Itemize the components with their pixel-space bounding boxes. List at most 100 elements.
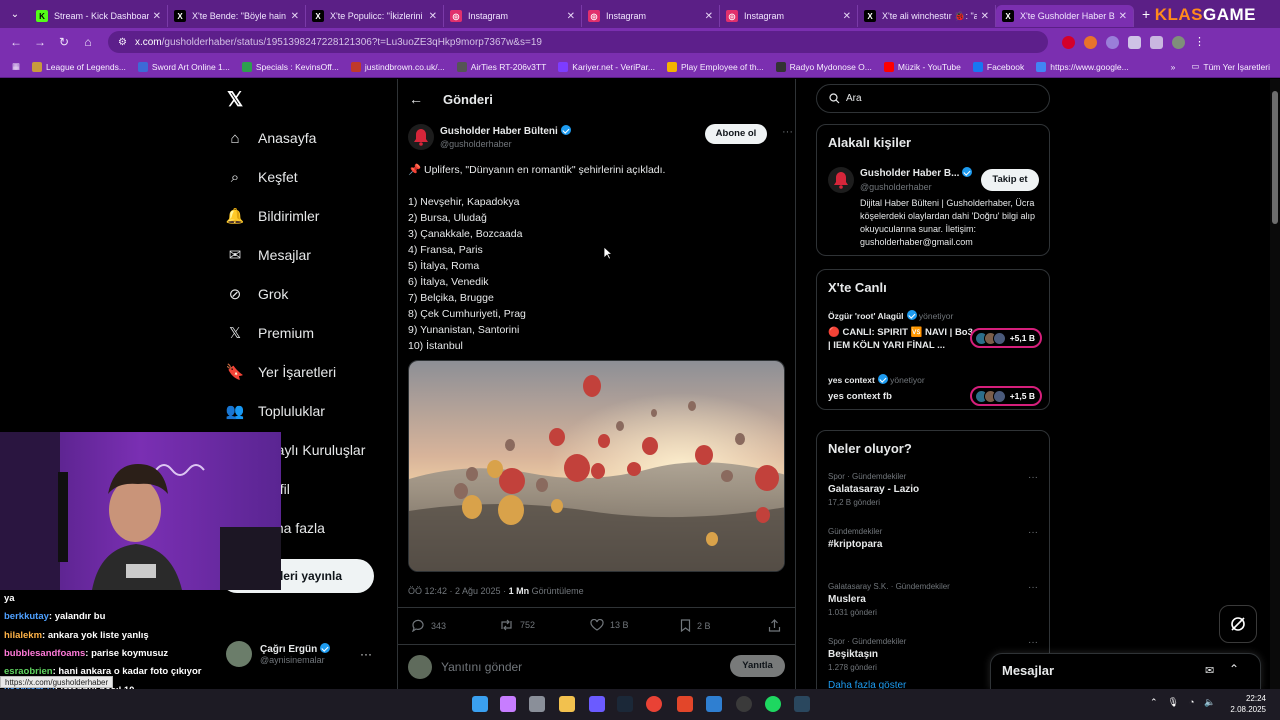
trend-item[interactable]: Galatasaray S.K. · Gündemdekiler Muslera 1… (828, 582, 1038, 617)
avatar[interactable] (408, 124, 434, 150)
more-icon[interactable]: ··· (1028, 472, 1038, 483)
close-tab-icon[interactable]: ✕ (981, 11, 989, 22)
chrome-icon[interactable] (646, 696, 662, 712)
subscribe-button[interactable]: Abone ol (705, 124, 767, 144)
extension-icon[interactable] (1084, 35, 1097, 49)
listener-count-pill[interactable]: +5,1 B (969, 328, 1042, 348)
discord-icon[interactable] (589, 696, 605, 712)
spotify-icon[interactable] (765, 696, 781, 712)
browser-tab[interactable]: X X'te ali winchestır 🐞: "al ✕ (858, 5, 996, 27)
steam-icon[interactable] (617, 696, 633, 712)
start-icon[interactable] (472, 696, 488, 712)
show-more-link[interactable]: Daha fazla göster (828, 680, 906, 689)
new-tab-button[interactable]: + (1142, 6, 1150, 22)
scrollbar-thumb[interactable] (1272, 91, 1278, 224)
steam-icon[interactable] (794, 696, 810, 712)
browser-tab[interactable]: X X'te Populicc: "İkizlerini ol ✕ (306, 5, 444, 27)
url-bar[interactable]: ⚙ x.com/gusholderhaber/status/1951398247… (108, 31, 1048, 53)
bookmark-item[interactable]: https://www.google... (1036, 61, 1129, 72)
trend-item[interactable]: Spor · Gündemdekiler Galatasaray - Lazio 1… (828, 472, 1038, 507)
close-tab-icon[interactable]: ✕ (705, 11, 713, 22)
avatar[interactable] (828, 167, 854, 193)
page-scrollbar[interactable] (1270, 79, 1280, 689)
browser-tab[interactable]: X X'te Bende: "Böyle hain de ✕ (168, 5, 306, 27)
close-tab-icon[interactable]: ✕ (291, 11, 299, 22)
reply-action[interactable]: 343 (411, 619, 446, 632)
related-name[interactable]: Gusholder Haber B... (860, 168, 959, 179)
more-icon[interactable]: ··· (782, 126, 793, 138)
app-icon[interactable] (677, 696, 693, 712)
profile-avatar[interactable] (1172, 35, 1185, 49)
store-icon[interactable] (529, 696, 545, 712)
bookmark-item[interactable]: Müzik - YouTube (883, 61, 961, 72)
live-space-item[interactable]: Özgür 'root' Alagül yönetiyor 🔴 CANLI: SP… (828, 310, 1042, 352)
photos-icon[interactable] (706, 696, 722, 712)
grok-icon[interactable] (1219, 605, 1257, 643)
bookmark-action[interactable]: 2 B (680, 619, 711, 632)
expand-icon[interactable]: ⌃ (1229, 662, 1239, 676)
bookmark-item[interactable]: Sword Art Online 1... (137, 61, 230, 72)
home-icon[interactable]: ⌂ (76, 35, 100, 49)
reply-input[interactable]: Yanıtını gönder (441, 660, 522, 674)
bookmark-item[interactable]: League of Legends... (32, 61, 126, 72)
volume-icon[interactable]: 🔈 (1204, 697, 1215, 708)
close-tab-icon[interactable]: ✕ (429, 11, 437, 22)
bookmark-item[interactable]: Specials : KevinsOff... (241, 61, 339, 72)
extension-icon[interactable] (1062, 35, 1075, 49)
file-explorer-icon[interactable] (559, 696, 575, 712)
post-image-balloons[interactable] (408, 360, 785, 572)
close-tab-icon[interactable]: ✕ (843, 11, 851, 22)
nav-item[interactable]: 🔔 Bildirimler (226, 207, 320, 225)
more-icon[interactable]: ··· (360, 647, 372, 661)
apps-icon[interactable]: ▦ (12, 61, 20, 72)
reading-list-icon[interactable] (1150, 35, 1163, 49)
extensions-puzzle-icon[interactable] (1128, 35, 1141, 49)
browser-tab[interactable]: ◎ Instagram ✕ (582, 5, 720, 27)
nav-item[interactable]: ⌂ Anasayfa (226, 129, 316, 147)
trend-item[interactable]: Gündemdekiler #kriptopara ··· (828, 527, 1038, 550)
close-tab-icon[interactable]: ✕ (1119, 11, 1127, 22)
reply-button[interactable]: Yanıtla (730, 655, 785, 677)
back-arrow-icon[interactable]: ← (409, 91, 423, 107)
more-icon[interactable]: ··· (1028, 527, 1038, 538)
browser-menu-icon[interactable]: ⋮ (1194, 36, 1207, 49)
bookmark-item[interactable]: Play Employee of th... (666, 61, 764, 72)
copilot-icon[interactable] (500, 696, 516, 712)
back-icon[interactable]: ← (4, 35, 28, 49)
share-icon[interactable] (768, 619, 781, 632)
new-message-icon[interactable]: ✉ (1205, 664, 1214, 677)
chevron-up-icon[interactable]: ⌃ (1150, 697, 1158, 708)
bookmark-item[interactable]: Facebook (972, 61, 1024, 72)
account-switcher[interactable]: Çağrı Ergün @aynisinemalar ··· (226, 641, 386, 667)
extension-icon[interactable] (1106, 35, 1119, 49)
nav-item[interactable]: ✉ Mesajlar (226, 246, 311, 264)
author-handle[interactable]: @gusholderhaber (440, 139, 512, 149)
listener-count-pill[interactable]: +1,5 B (969, 386, 1042, 406)
site-info-icon[interactable]: ⚙ (118, 37, 127, 48)
app-icon[interactable] (736, 696, 752, 712)
bookmark-item[interactable]: AirTies RT-206v3TT (456, 61, 546, 72)
nav-item[interactable]: 𝕏 Premium (226, 324, 314, 342)
nav-item[interactable]: 👥 Topluluklar (226, 402, 325, 420)
follow-button[interactable]: Takip et (981, 169, 1039, 191)
search-input[interactable]: Ara (816, 84, 1050, 113)
close-tab-icon[interactable]: ✕ (153, 11, 161, 22)
live-space-item[interactable]: yes context yönetiyor yes context fb +1,5 … (828, 374, 1042, 406)
x-logo-icon[interactable]: 𝕏 (227, 87, 243, 112)
author-name[interactable]: Gusholder Haber Bülteni (440, 126, 558, 137)
nav-item[interactable]: ⊘ Grok (226, 285, 289, 303)
messages-drawer[interactable]: Mesajlar ✉ ⌃ (990, 653, 1261, 689)
like-action[interactable]: 13 B (590, 619, 629, 631)
browser-tab[interactable]: X X'te Gusholder Haber Bült ✕ (996, 5, 1134, 27)
nav-item[interactable]: 🔖 Yer İşaretleri (226, 363, 336, 381)
browser-tab[interactable]: ◎ Instagram ✕ (444, 5, 582, 27)
more-icon[interactable]: ··· (1028, 637, 1038, 648)
tab-search-icon[interactable]: ⌄ (0, 9, 30, 20)
reload-icon[interactable]: ↻ (52, 35, 76, 49)
browser-tab[interactable]: K Stream - Kick Dashboard ✕ (30, 5, 168, 27)
close-tab-icon[interactable]: ✕ (567, 11, 575, 22)
forward-icon[interactable]: → (28, 35, 52, 49)
all-bookmarks[interactable]: » ▭ Tüm Yer İşaretleri (1171, 61, 1270, 72)
mic-icon[interactable]: 🎙 (1168, 697, 1179, 708)
more-icon[interactable]: ··· (1028, 582, 1038, 593)
